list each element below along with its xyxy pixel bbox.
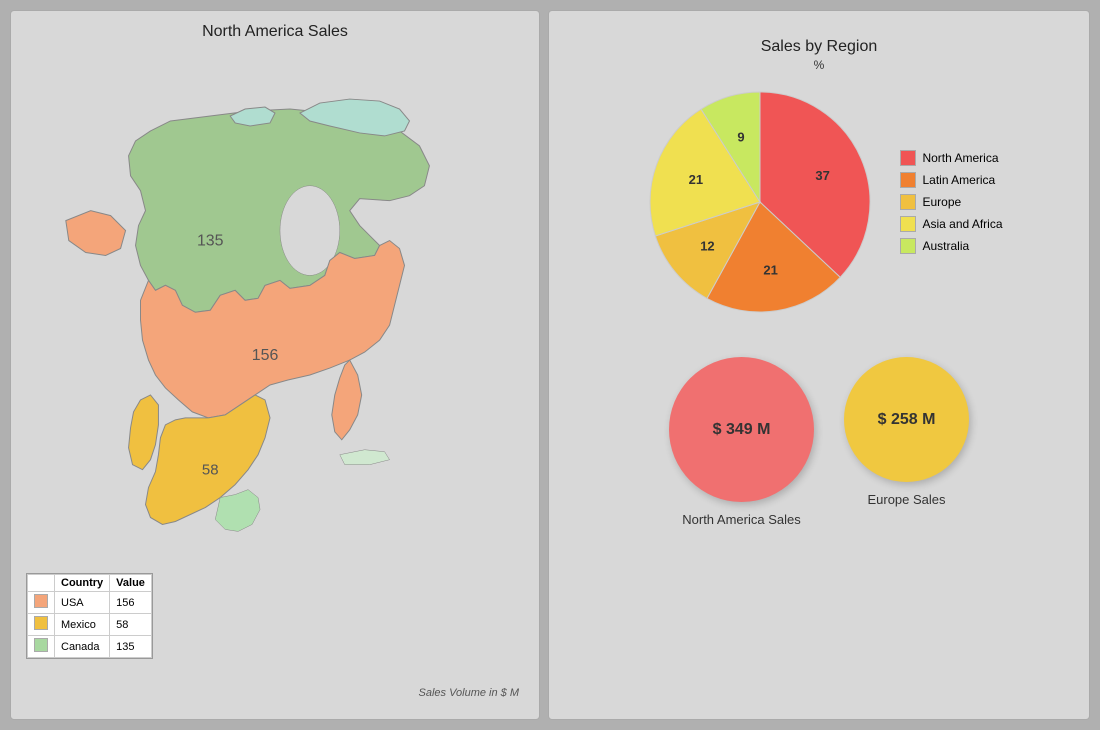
map-subtitle: Sales Volume in $ M <box>419 687 519 699</box>
main-container: North America Sales 135 <box>10 10 1090 720</box>
left-panel: North America Sales 135 <box>10 10 540 720</box>
pie-legend-label: Europe <box>922 195 961 209</box>
pie-legend-color <box>900 216 916 232</box>
bubble-item-europe: $ 258 M Europe Sales <box>844 357 969 507</box>
legend-table: Country Value USA 156 Mexico 58 Canada 1… <box>26 573 153 659</box>
bubble-north-america: $ 349 M <box>669 357 814 502</box>
legend-color-cell <box>28 636 55 658</box>
legend-value-cell: 135 <box>110 636 152 658</box>
pie-legend-label: North America <box>922 151 998 165</box>
pie-label-latin-america: 21 <box>764 262 778 277</box>
pie-legend-label: Latin America <box>922 173 995 187</box>
pie-legend-color <box>900 194 916 210</box>
pie-legend-label: Australia <box>922 239 969 253</box>
right-panel: Sales by Region % 37 21 12 21 9 North Americ… <box>548 10 1090 720</box>
bubble-north-america-label: North America Sales <box>682 512 801 527</box>
legend-value-cell: 58 <box>110 614 152 636</box>
pie-legend-item-latin-america: Latin America <box>900 172 1002 188</box>
pie-subtitle: % <box>814 58 825 72</box>
legend-row: Canada 135 <box>28 636 152 658</box>
legend-header-value: Value <box>110 575 152 592</box>
pie-and-legend: 37 21 12 21 9 North America Latin America Eu… <box>635 77 1002 327</box>
bubble-europe-label: Europe Sales <box>867 492 945 507</box>
pie-legend-color <box>900 172 916 188</box>
bubble-north-america-value: $ 349 M <box>713 421 771 439</box>
canada-label: 135 <box>197 233 224 250</box>
pie-legend-item-asia-and-africa: Asia and Africa <box>900 216 1002 232</box>
pie-label-australia: 9 <box>738 130 745 145</box>
legend-row: USA 156 <box>28 592 152 614</box>
bubbles-section: $ 349 M North America Sales $ 258 M Euro… <box>669 357 969 527</box>
pie-label-north-america: 37 <box>816 168 830 183</box>
legend-color-cell <box>28 614 55 636</box>
left-panel-title: North America Sales <box>202 23 348 41</box>
bubble-europe: $ 258 M <box>844 357 969 482</box>
pie-legend-label: Asia and Africa <box>922 217 1002 231</box>
pie-legend-item-europe: Europe <box>900 194 1002 210</box>
usa-label: 156 <box>252 347 279 364</box>
legend-color-cell <box>28 592 55 614</box>
map-container: 135 156 <box>11 41 539 719</box>
pie-chart: 37 21 12 21 9 <box>635 77 885 327</box>
right-panel-title: Sales by Region <box>761 38 878 56</box>
legend-country-cell: Canada <box>55 636 110 658</box>
mexico-label: 58 <box>202 462 219 479</box>
pie-legend-item-north-america: North America <box>900 150 1002 166</box>
legend-country-cell: USA <box>55 592 110 614</box>
bubble-europe-value: $ 258 M <box>878 411 936 429</box>
legend-country-cell: Mexico <box>55 614 110 636</box>
legend-header-color <box>28 575 55 592</box>
bubble-item-north-america: $ 349 M North America Sales <box>669 357 814 527</box>
pie-legend-color <box>900 150 916 166</box>
legend-header-country: Country <box>55 575 110 592</box>
pie-legend-item-australia: Australia <box>900 238 1002 254</box>
mexico-shape: 58 <box>129 395 270 531</box>
pie-legend: North America Latin America Europe Asia … <box>900 150 1002 254</box>
pie-legend-color <box>900 238 916 254</box>
legend-value-cell: 156 <box>110 592 152 614</box>
pie-label-asia-and-africa: 21 <box>689 172 703 187</box>
pie-label-europe: 12 <box>701 238 715 253</box>
legend-row: Mexico 58 <box>28 614 152 636</box>
